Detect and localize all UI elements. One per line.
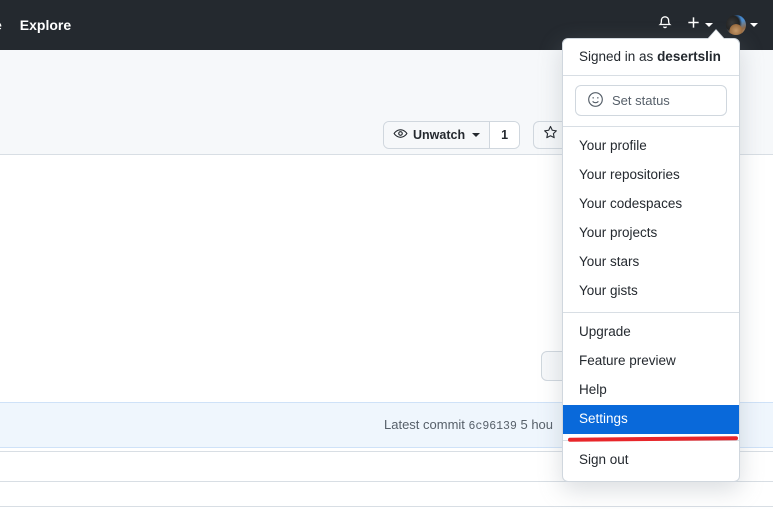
user-dropdown-menu: Signed in as desertslin Set status Your … [562,38,740,482]
watch-button-group: Unwatch 1 [383,121,521,149]
nav-item-explore[interactable]: Explore [20,17,71,33]
signed-in-as: Signed in as desertslin [563,39,739,75]
commit-sha[interactable]: 6c96139 [469,420,517,433]
chevron-down-icon [750,23,758,27]
github-repo-page: e Explore [0,0,773,509]
global-nav-left: e Explore [0,0,71,50]
menu-item-your-repositories[interactable]: Your repositories [563,161,739,190]
menu-item-upgrade[interactable]: Upgrade [563,318,739,347]
menu-item-your-projects[interactable]: Your projects [563,219,739,248]
file-box-divider-2 [0,506,773,507]
set-status-label: Set status [612,93,670,108]
set-status-button[interactable]: Set status [575,85,727,116]
latest-commit-text: Latest commit 6c96139 5 hou [384,417,553,433]
chevron-down-icon [472,133,481,137]
user-menu-button[interactable] [721,11,763,39]
menu-item-your-stars[interactable]: Your stars [563,248,739,277]
bell-icon [657,15,673,36]
menu-item-your-profile[interactable]: Your profile [563,132,739,161]
chevron-down-icon [705,23,713,27]
signed-in-prefix: Signed in as [579,49,658,64]
signed-in-username: desertslin [657,49,721,64]
watch-count: 1 [489,122,520,148]
menu-item-your-codespaces[interactable]: Your codespaces [563,190,739,219]
nav-item-clipped[interactable]: e [0,17,2,33]
menu-item-settings[interactable]: Settings [563,405,739,434]
menu-item-sign-out[interactable]: Sign out [563,446,739,475]
menu-item-help[interactable]: Help [563,376,739,405]
avatar [726,15,746,35]
eye-icon [393,126,408,144]
commit-prefix: Latest commit [384,417,465,432]
dropdown-group-settings: Upgrade Feature preview Help Settings [563,313,739,440]
smiley-icon [587,91,604,111]
notifications-button[interactable] [652,11,678,40]
menu-item-your-gists[interactable]: Your gists [563,277,739,306]
unwatch-label: Unwatch [413,128,466,142]
plus-icon [686,15,701,35]
dropdown-group-signout: Sign out [563,441,739,481]
set-status-wrapper: Set status [563,76,739,126]
star-icon [543,125,558,145]
commit-time: 5 hou [520,417,554,432]
dropdown-group-account: Your profile Your repositories Your code… [563,127,739,312]
unwatch-button[interactable]: Unwatch [384,122,490,148]
menu-item-feature-preview[interactable]: Feature preview [563,347,739,376]
dropdown-caret [708,30,724,39]
